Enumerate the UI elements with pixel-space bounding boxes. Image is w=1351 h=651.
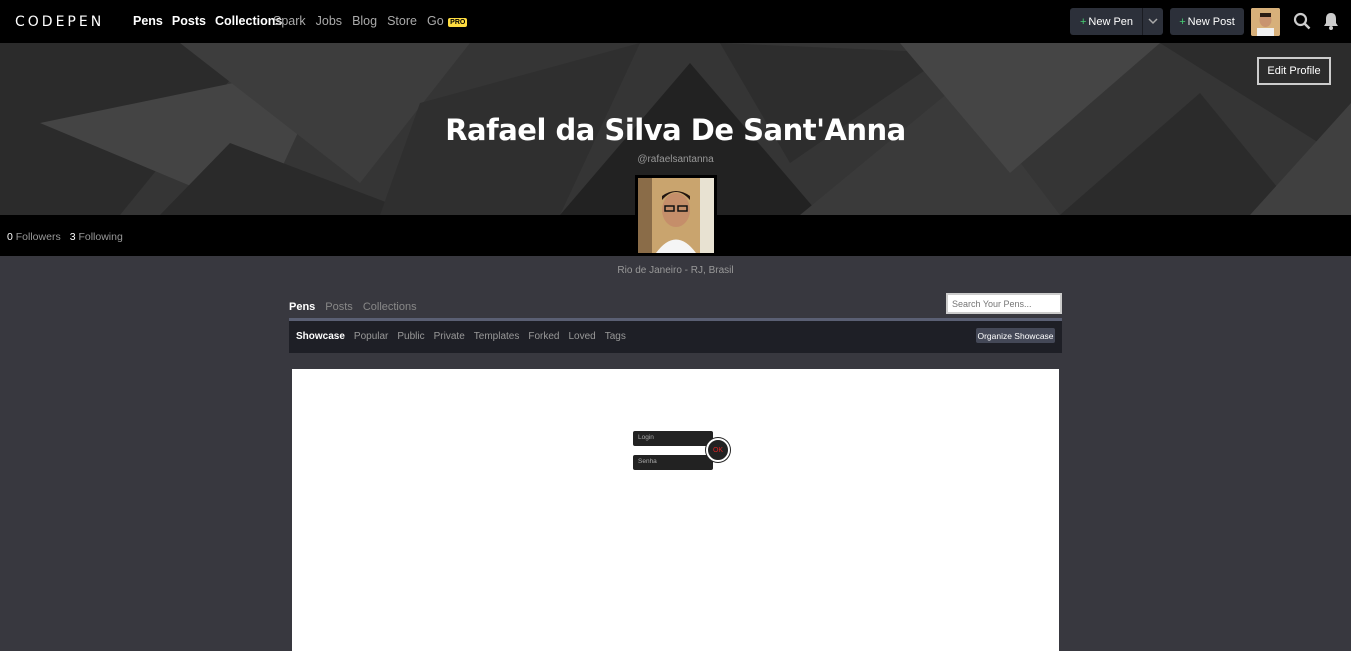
search-pens-input[interactable]: [946, 293, 1062, 314]
new-post-button[interactable]: + New Post: [1170, 8, 1244, 35]
profile-avatar: [635, 175, 717, 256]
nav-jobs[interactable]: Jobs: [316, 14, 342, 28]
following-label: Following: [78, 231, 123, 243]
bell-icon[interactable]: [1323, 12, 1339, 30]
new-pen-button[interactable]: + New Pen: [1070, 8, 1143, 35]
tab-collections[interactable]: Collections: [363, 301, 417, 313]
subtab-private[interactable]: Private: [434, 331, 465, 342]
nav-blog[interactable]: Blog: [352, 14, 377, 28]
user-avatar-image: [1251, 8, 1280, 36]
plus-icon: +: [1079, 15, 1087, 28]
primary-nav: Pens Posts Collections: [133, 14, 282, 28]
nav-store[interactable]: Store: [387, 14, 417, 28]
edit-profile-button[interactable]: Edit Profile: [1257, 57, 1331, 85]
following-link[interactable]: 3 Following: [70, 231, 123, 243]
content-tabs: Pens Posts Collections: [289, 301, 417, 313]
nav-spark[interactable]: Spark: [273, 14, 306, 28]
subtab-templates[interactable]: Templates: [474, 331, 520, 342]
new-pen-dropdown-button[interactable]: [1142, 8, 1163, 35]
profile-name: Rafael da Silva De Sant'Anna: [445, 113, 906, 147]
preview-senha-field: Senha: [633, 455, 713, 470]
subtab-public[interactable]: Public: [397, 331, 424, 342]
subtab-tags[interactable]: Tags: [605, 331, 626, 342]
follow-counts: 0 Followers 3 Following: [7, 231, 123, 243]
profile-handle: @rafaelsantanna: [637, 154, 714, 165]
profile-avatar-image: [638, 178, 714, 253]
profile-location: Rio de Janeiro - RJ, Brasil: [617, 265, 734, 276]
subtab-loved[interactable]: Loved: [568, 331, 595, 342]
nav-pens[interactable]: Pens: [133, 14, 163, 28]
new-pen-label: New Pen: [1088, 15, 1134, 28]
nav-posts[interactable]: Posts: [172, 14, 206, 28]
top-bar: CODEPEN Pens Posts Collections Spark Job…: [0, 0, 1351, 43]
plus-icon: +: [1179, 15, 1186, 28]
subtab-showcase[interactable]: Showcase: [296, 331, 345, 342]
new-post-label: New Post: [1187, 15, 1235, 28]
organize-showcase-label: Organize Showcase: [977, 330, 1054, 341]
nav-go-label: Go: [426, 14, 444, 28]
sub-tabs: Showcase Popular Public Private Template…: [296, 331, 626, 342]
edit-profile-label: Edit Profile: [1267, 65, 1321, 77]
followers-label: Followers: [15, 231, 61, 243]
organize-showcase-button[interactable]: Organize Showcase: [976, 328, 1055, 343]
following-count: 3: [69, 231, 76, 243]
secondary-nav: Spark Jobs Blog Store Go PRO: [273, 14, 468, 28]
tab-pens[interactable]: Pens: [289, 301, 315, 313]
user-avatar[interactable]: [1251, 8, 1280, 36]
logo-text: CODEPEN: [15, 14, 105, 30]
pro-badge: PRO: [448, 18, 468, 27]
codepen-logo[interactable]: CODEPEN: [15, 13, 104, 31]
subtab-popular[interactable]: Popular: [354, 331, 388, 342]
preview-login-field: Login: [633, 431, 713, 446]
showcase-pen-preview[interactable]: Login Senha OK: [292, 369, 1059, 651]
preview-ok-button: OK: [706, 438, 730, 462]
followers-count: 0: [7, 231, 13, 243]
chevron-down-icon: [1148, 18, 1158, 25]
search-icon[interactable]: [1293, 12, 1311, 30]
subtab-forked[interactable]: Forked: [528, 331, 559, 342]
nav-go[interactable]: Go PRO: [426, 14, 468, 28]
followers-link[interactable]: 0 Followers: [7, 231, 61, 243]
tab-posts[interactable]: Posts: [325, 301, 353, 313]
